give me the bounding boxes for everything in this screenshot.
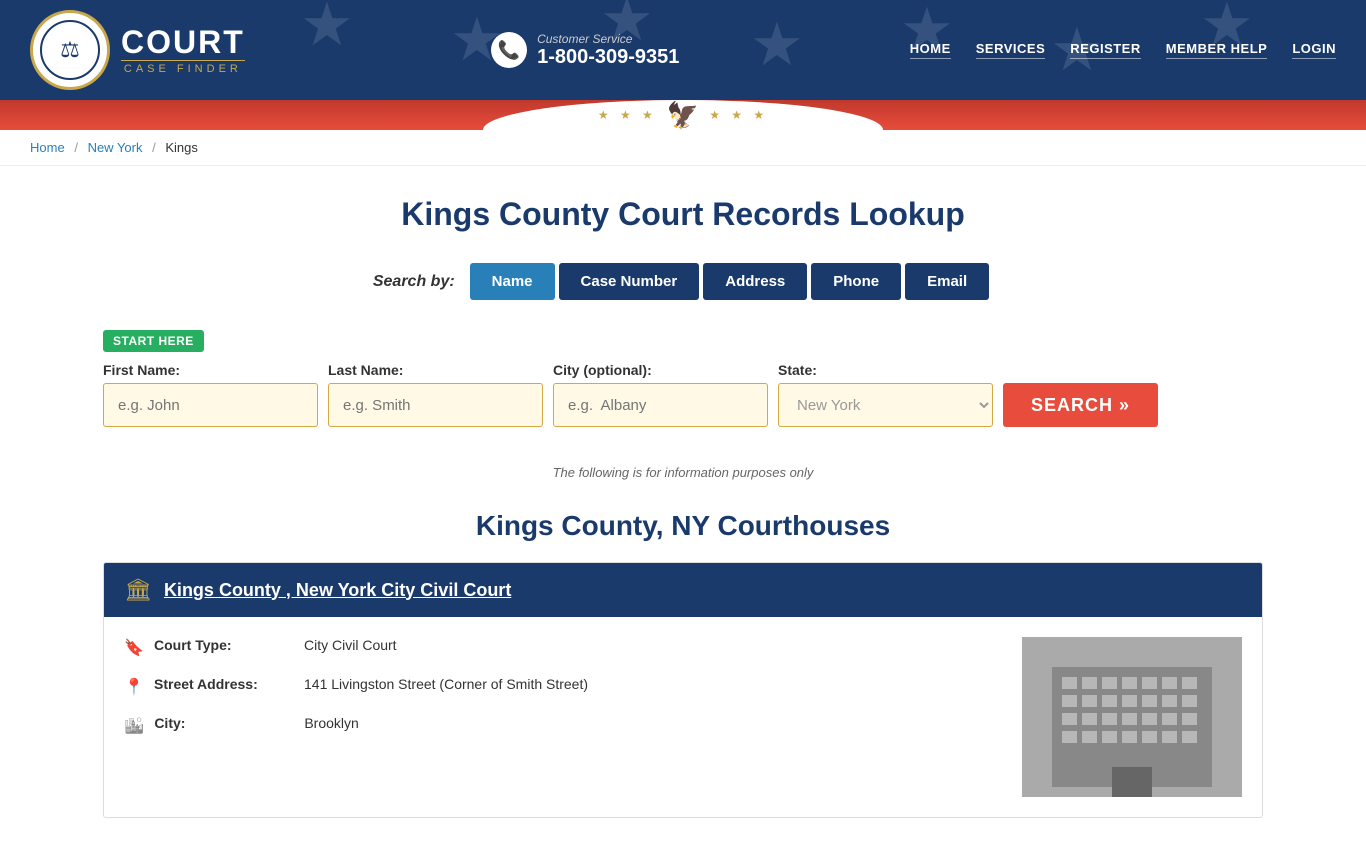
- header-inner: ⚖ COURT CASE FINDER 📞 Customer Service 1…: [0, 0, 1366, 100]
- cs-number: 1-800-309-9351: [537, 46, 679, 69]
- info-note: The following is for information purpose…: [103, 465, 1263, 480]
- cs-text: Customer Service 1-800-309-9351: [537, 32, 679, 69]
- first-name-input[interactable]: [103, 383, 318, 427]
- detail-row-city: 🏙 City: Brooklyn: [124, 715, 1002, 736]
- state-label: State:: [778, 362, 993, 378]
- tab-email[interactable]: Email: [905, 263, 989, 300]
- address-icon: 📍: [124, 677, 144, 697]
- tab-address[interactable]: Address: [703, 263, 807, 300]
- search-form-container: START HERE First Name: Last Name: City (…: [103, 320, 1263, 447]
- city-detail-label: City:: [154, 715, 294, 731]
- field-last-name: Last Name:: [328, 362, 543, 427]
- tab-case-number[interactable]: Case Number: [559, 263, 700, 300]
- logo-text: COURT CASE FINDER: [105, 18, 261, 83]
- city-input[interactable]: [553, 383, 768, 427]
- nav-login[interactable]: LOGIN: [1292, 41, 1336, 59]
- courthouse-header-link[interactable]: Kings County , New York City Civil Court: [164, 580, 511, 601]
- breadcrumb-sep-1: /: [74, 140, 78, 155]
- tab-phone[interactable]: Phone: [811, 263, 901, 300]
- nav-member-help[interactable]: MEMBER HELP: [1166, 41, 1268, 59]
- logo-area: ⚖ COURT CASE FINDER: [30, 10, 261, 90]
- customer-service: 📞 Customer Service 1-800-309-9351: [491, 32, 679, 69]
- search-by-label: Search by:: [373, 273, 455, 291]
- courthouses-title: Kings County, NY Courthouses: [103, 510, 1263, 542]
- court-type-value: City Civil Court: [304, 637, 397, 653]
- state-select[interactable]: New York Alabama Alaska California Flori…: [778, 383, 993, 427]
- eagle-icon: 🦅: [667, 100, 699, 131]
- city-detail-value: Brooklyn: [304, 715, 358, 731]
- street-address-label: Street Address:: [154, 676, 294, 692]
- field-first-name: First Name:: [103, 362, 318, 427]
- search-button-label: SEARCH »: [1031, 395, 1130, 416]
- first-name-label: First Name:: [103, 362, 318, 378]
- form-fields-row: First Name: Last Name: City (optional): …: [103, 362, 1263, 427]
- arch-eagle: ★ ★ ★ 🦅 ★ ★ ★: [598, 100, 768, 131]
- field-city: City (optional):: [553, 362, 768, 427]
- courthouse-body: 🔖 Court Type: City Civil Court 📍 Street …: [104, 617, 1262, 817]
- search-button[interactable]: SEARCH »: [1003, 383, 1158, 427]
- courthouse-card: 🏛 Kings County , New York City Civil Cou…: [103, 562, 1263, 818]
- nav-home[interactable]: HOME: [910, 41, 951, 59]
- nav-services[interactable]: SERVICES: [976, 41, 1046, 59]
- last-name-input[interactable]: [328, 383, 543, 427]
- breadcrumb-sep-2: /: [152, 140, 156, 155]
- street-address-value: 141 Livingston Street (Corner of Smith S…: [304, 676, 588, 692]
- courthouse-details: 🔖 Court Type: City Civil Court 📍 Street …: [124, 637, 1002, 797]
- logo-case-finder-text: CASE FINDER: [121, 60, 245, 75]
- detail-row-court-type: 🔖 Court Type: City Civil Court: [124, 637, 1002, 658]
- arch-stars-left: ★ ★ ★: [598, 108, 657, 122]
- breadcrumb-state[interactable]: New York: [88, 140, 143, 155]
- main-nav: HOME SERVICES REGISTER MEMBER HELP LOGIN: [910, 41, 1336, 59]
- start-here-badge: START HERE: [103, 330, 204, 352]
- city-icon: 🏙: [124, 716, 144, 736]
- logo-circle: ⚖: [30, 10, 110, 90]
- breadcrumb: Home / New York / Kings: [0, 130, 1366, 166]
- court-type-label: Court Type:: [154, 637, 294, 653]
- phone-icon: 📞: [491, 32, 527, 68]
- tab-name[interactable]: Name: [470, 263, 555, 300]
- logo-emblem: ⚖: [40, 20, 100, 80]
- main-content: Kings County Court Records Lookup Search…: [83, 166, 1283, 868]
- search-by-row: Search by: Name Case Number Address Phon…: [103, 263, 1263, 300]
- nav-register[interactable]: REGISTER: [1070, 41, 1140, 59]
- breadcrumb-home[interactable]: Home: [30, 140, 65, 155]
- site-header: ★ ★ ★ ★ ★ ★ ★ ⚖ COURT CASE FINDER 📞 Cust…: [0, 0, 1366, 130]
- court-type-icon: 🔖: [124, 638, 144, 658]
- field-state: State: New York Alabama Alaska Californi…: [778, 362, 993, 427]
- city-label: City (optional):: [553, 362, 768, 378]
- logo-court-text: COURT: [121, 26, 245, 58]
- courthouse-icon: 🏛: [124, 577, 152, 603]
- courthouse-header: 🏛 Kings County , New York City Civil Cou…: [104, 563, 1262, 617]
- cs-label: Customer Service: [537, 32, 679, 46]
- page-title: Kings County Court Records Lookup: [103, 196, 1263, 233]
- detail-row-address: 📍 Street Address: 141 Livingston Street …: [124, 676, 1002, 697]
- arch-stars-right: ★ ★ ★: [709, 108, 768, 122]
- breadcrumb-county: Kings: [165, 140, 198, 155]
- courthouse-image: [1022, 637, 1242, 797]
- last-name-label: Last Name:: [328, 362, 543, 378]
